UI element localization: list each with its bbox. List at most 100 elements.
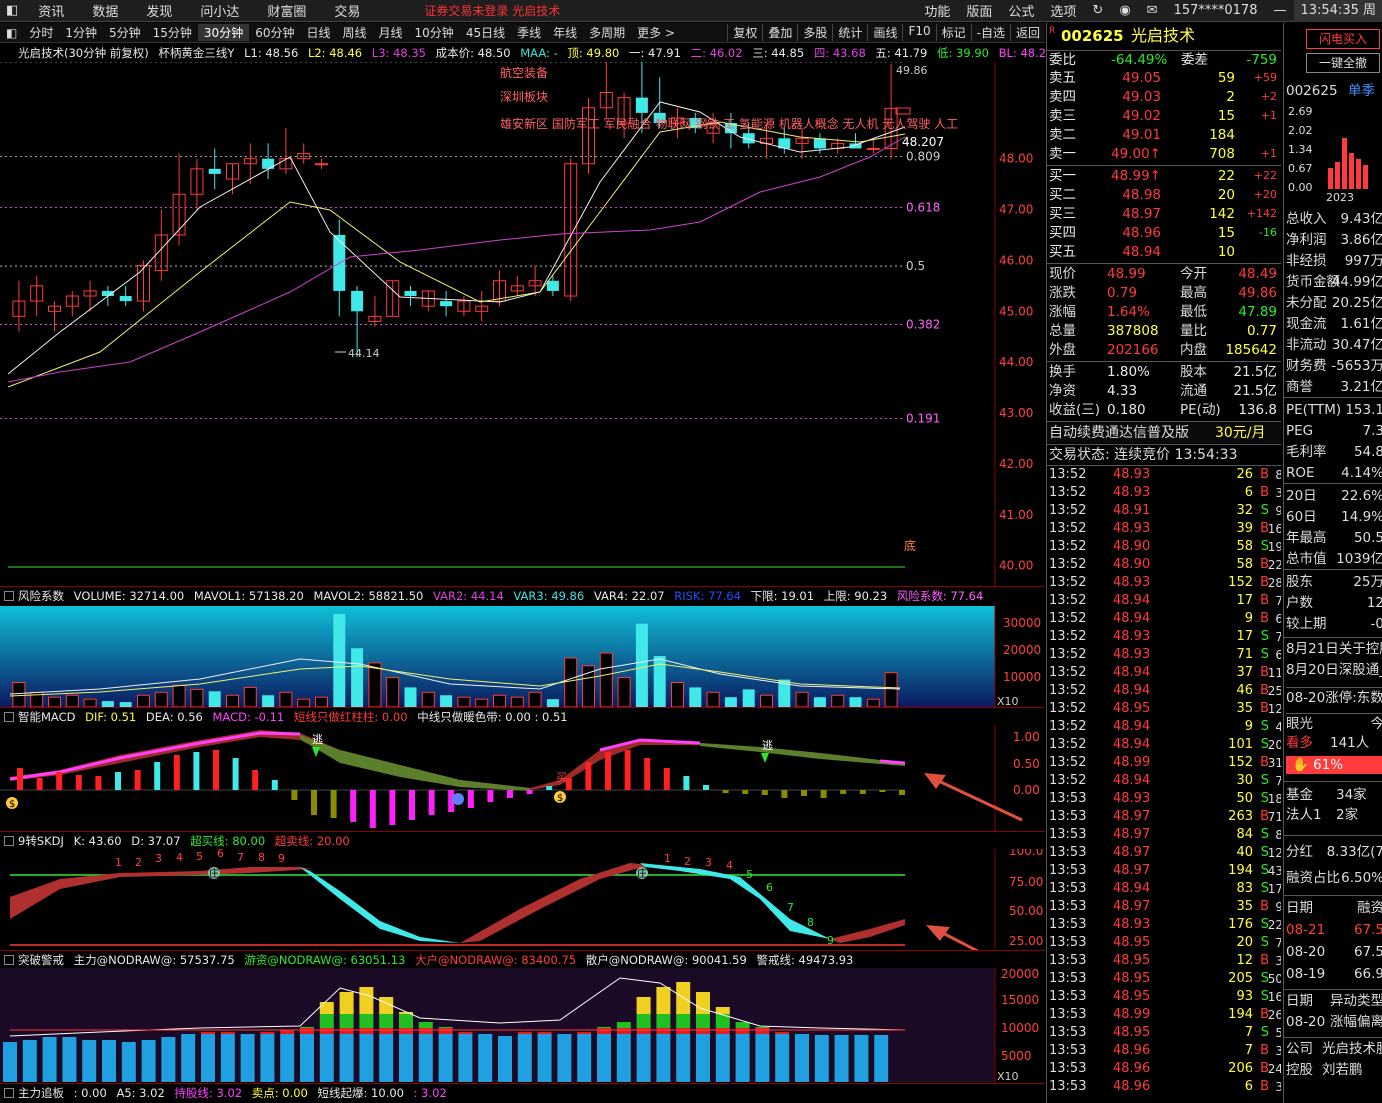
tick-list[interactable]: 13:5248.9326B813:5248.936B313:5248.9132S…: [1047, 465, 1281, 1103]
fin-unit[interactable]: 单季: [1348, 81, 1375, 101]
ask-row[interactable]: 卖四 49.03 2 +2: [1047, 88, 1281, 106]
menu-function[interactable]: 功能: [916, 1, 958, 20]
macd-indicator-name[interactable]: 智能MACD: [18, 710, 75, 724]
trade-status: 交易状态: 连续竞价 13:54:33: [1047, 444, 1281, 464]
ask-row[interactable]: 卖三 49.02 15 +1: [1047, 107, 1281, 125]
period-tab[interactable]: 分时: [23, 24, 59, 41]
candlestick-chart[interactable]: 48.00 47.00 46.00 45.00 44.00 43.00 42.00 41.00…: [0, 62, 1045, 586]
account-id[interactable]: 157****0178: [1166, 3, 1266, 18]
period-tab[interactable]: 年线: [547, 24, 583, 41]
volume-indicator-name[interactable]: 风险系数: [18, 589, 64, 603]
login-warning[interactable]: 证券交易未登录 光启技术: [424, 2, 560, 19]
menu-layout[interactable]: 版面: [958, 1, 1000, 20]
user-icon[interactable]: ◉: [1111, 3, 1138, 18]
main-formula[interactable]: 杯柄黄金三线Y: [158, 46, 234, 60]
bid-row[interactable]: 买二 48.98 20 +20: [1047, 186, 1281, 204]
news-text[interactable]: 8月21日关于控股: [1286, 641, 1382, 657]
flash-buy-button[interactable]: 闪电买入: [1306, 29, 1380, 49]
tool-button[interactable]: 叠加: [762, 24, 797, 41]
promo-text[interactable]: 自动续费通达信普及版: [1049, 422, 1189, 444]
menu-item-trade[interactable]: 交易: [320, 1, 374, 20]
menu-item-ask[interactable]: 问小达: [186, 1, 253, 20]
tool-button[interactable]: 返回: [1009, 24, 1045, 41]
skdj-chart[interactable]: 100.075.0050.0025.001 2 3 4 5 6 7 8 9 1 2 3 456789庄庄: [0, 849, 1045, 950]
period-tab[interactable]: 60分钟: [249, 24, 300, 41]
menu-formula[interactable]: 公式: [1000, 1, 1042, 20]
td-count: 6: [217, 849, 224, 860]
bid-row[interactable]: 买一 48.99↑ 22 +22: [1047, 167, 1281, 185]
ask-row[interactable]: 卖五 49.05 59 +59: [1047, 69, 1281, 87]
book-price: 49.00↑: [1111, 146, 1161, 162]
menu-item-discover[interactable]: 发现: [132, 1, 186, 20]
tool-button[interactable]: 统计: [832, 24, 867, 41]
period-tab[interactable]: 45日线: [460, 24, 511, 41]
breakout-chart[interactable]: 20000 15000 10000 5000 X10: [0, 968, 1045, 1082]
period-tab[interactable]: 周线: [337, 24, 373, 41]
bullish-percent: ✋ 61%: [1286, 756, 1382, 774]
fin-row: 股东 25万: [1286, 572, 1382, 593]
bid-row[interactable]: 买五 48.94 10: [1047, 243, 1281, 261]
tool-button[interactable]: -自选: [970, 24, 1010, 41]
corp-value: 刘若鹏: [1322, 1062, 1363, 1078]
promo-price[interactable]: 30元/月: [1215, 422, 1266, 444]
menu-options[interactable]: 选项: [1042, 1, 1084, 20]
tool-button[interactable]: 画线: [867, 24, 902, 41]
tick-row: 13:5348.9593S16: [1047, 988, 1281, 1006]
candle-body: [546, 280, 559, 291]
tick-price: 48.94: [1113, 611, 1151, 626]
stock-code[interactable]: 002625: [1061, 25, 1124, 47]
volume-chart[interactable]: 30000 20000 10000 X10: [0, 604, 1045, 707]
news-text[interactable]: 08-20涨停:东数西: [1286, 690, 1382, 706]
period-tab[interactable]: 日线: [300, 24, 336, 41]
book-volume: 15: [1217, 108, 1235, 124]
cancel-all-button[interactable]: 一键全撤: [1306, 53, 1380, 73]
chase-indicator-name[interactable]: 主力追板: [18, 1086, 64, 1100]
news-item[interactable]: 08-20涨停:东数西: [1286, 687, 1382, 707]
period-tab[interactable]: 季线: [511, 24, 547, 41]
tool-button[interactable]: 标记: [935, 24, 971, 41]
bid-row[interactable]: 买四 48.96 15 -16: [1047, 224, 1281, 242]
minimize-icon[interactable]: —: [1265, 3, 1294, 18]
period-tab[interactable]: 5分钟: [103, 24, 147, 41]
main-chart-title[interactable]: 光启技术(30分钟 前复权): [18, 46, 149, 60]
macd-bar: [213, 750, 219, 790]
panel-box-icon[interactable]: [4, 712, 14, 722]
panel-box-icon[interactable]: [4, 1088, 14, 1098]
stock-name[interactable]: 光启技术: [1131, 25, 1195, 47]
ask-row[interactable]: 卖一 49.00↑ 708 +1: [1047, 145, 1281, 163]
ask-row[interactable]: 卖二 49.01 184: [1047, 126, 1281, 144]
menu-item-data[interactable]: 数据: [78, 1, 132, 20]
promo-row[interactable]: 自动续费通达信普及版 30元/月: [1047, 421, 1281, 443]
tool-button[interactable]: 复权: [727, 24, 762, 41]
tick-side: S: [1260, 647, 1269, 662]
panel-box-icon[interactable]: [4, 955, 14, 965]
refresh-icon[interactable]: ↻: [1084, 3, 1111, 18]
macd-chart[interactable]: 1.00 0.50 0.00 逃 逃买 $ $: [0, 725, 1045, 831]
skdj-indicator-name[interactable]: 9转SKDJ: [18, 834, 64, 848]
period-tab[interactable]: 15分钟: [147, 24, 198, 41]
brk-green: [755, 1027, 770, 1028]
menu-item-wealth[interactable]: 财富圈: [253, 1, 320, 20]
toggle-icon[interactable]: ◧: [0, 26, 23, 40]
tool-button[interactable]: F10: [902, 24, 935, 41]
period-tab[interactable]: 10分钟: [409, 24, 460, 41]
book-volume: 2: [1226, 89, 1235, 105]
bid-row[interactable]: 买三 48.97 142 +142: [1047, 205, 1281, 223]
news-text[interactable]: 8月20日深股通_: [1286, 662, 1382, 678]
news-item[interactable]: 8月20日深股通_: [1286, 660, 1382, 680]
tick-volume: 152: [1228, 575, 1253, 590]
period-tab[interactable]: 更多 >: [631, 24, 681, 41]
mail-icon[interactable]: ✉: [1139, 3, 1166, 18]
panel-box-icon[interactable]: [4, 591, 14, 601]
menu-item-news[interactable]: 资讯: [24, 1, 78, 20]
period-tab[interactable]: 1分钟: [59, 24, 103, 41]
period-tab[interactable]: 多周期: [583, 24, 631, 41]
breakout-indicator-name[interactable]: 突破警戒: [18, 953, 64, 967]
tool-button[interactable]: 多股: [797, 24, 832, 41]
period-tab[interactable]: 30分钟: [197, 24, 250, 41]
fin-divider: [1284, 397, 1382, 398]
menu-icon[interactable]: ◧: [0, 3, 24, 18]
news-item[interactable]: 8月21日关于控股: [1286, 639, 1382, 659]
period-tab[interactable]: 月线: [373, 24, 409, 41]
panel-box-icon[interactable]: [4, 836, 14, 846]
